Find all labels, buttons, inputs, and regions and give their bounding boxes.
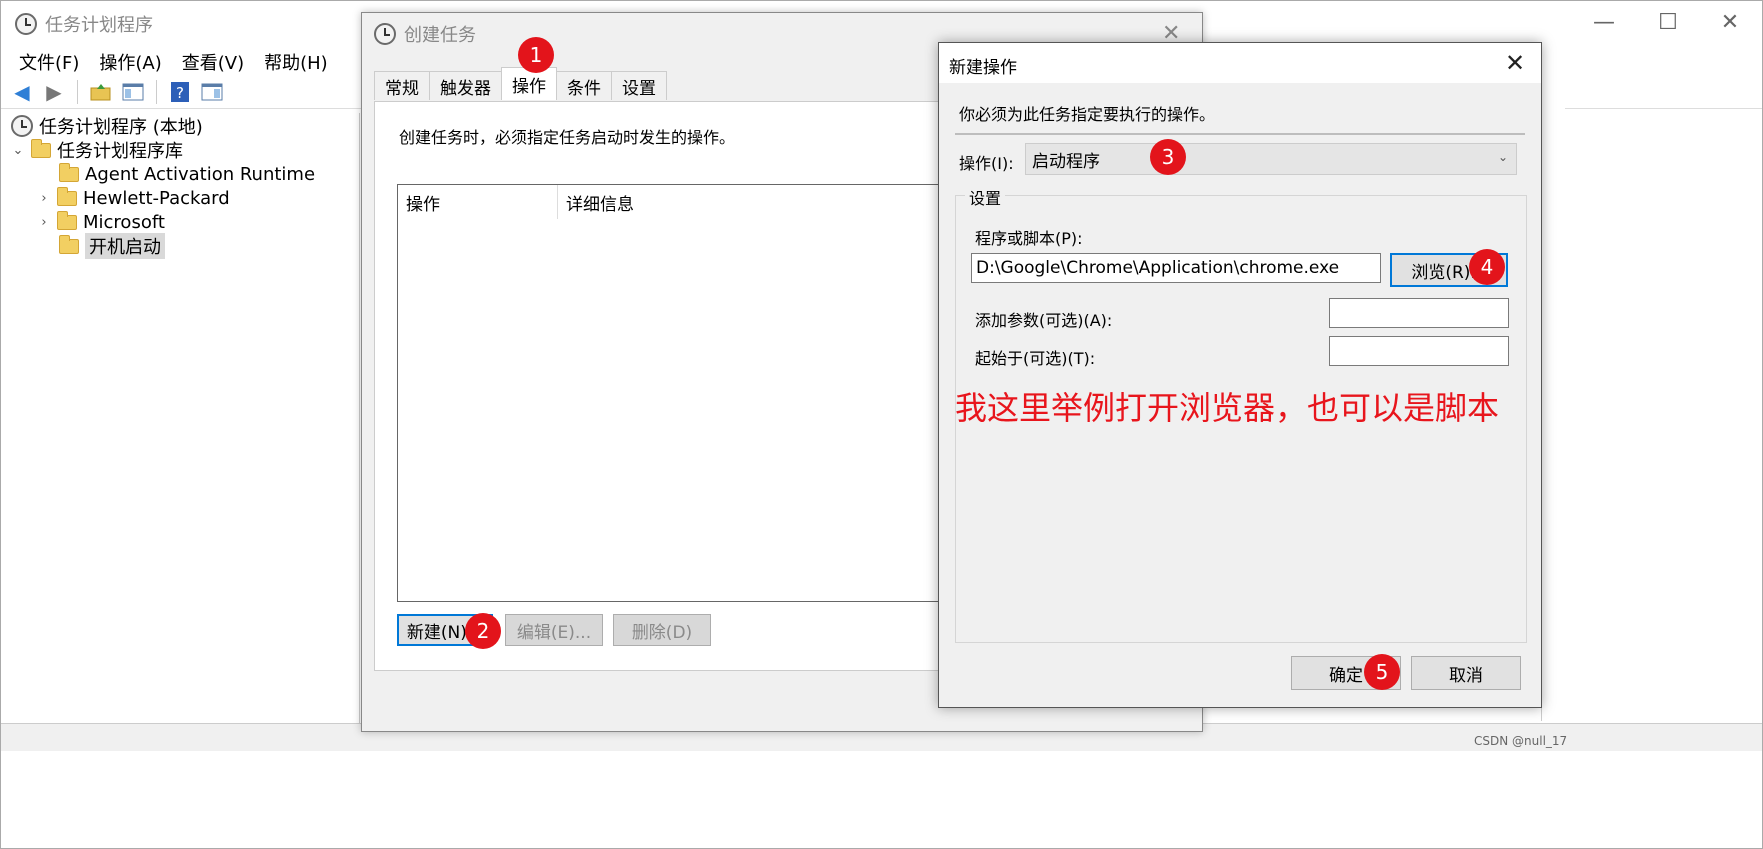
tree-item-hewlett-packard[interactable]: › Hewlett-Packard [37, 186, 230, 210]
new-action-dialog: 新建操作 ✕ 你必须为此任务指定要执行的操作。 操作(I): 启动程序 ⌄ 设置… [938, 42, 1542, 708]
chevron-down-icon: ⌄ [1497, 150, 1508, 164]
menu-file[interactable]: 文件(F) [9, 45, 89, 75]
column-header-details[interactable]: 详细信息 [558, 185, 998, 219]
actions-description: 创建任务时，必须指定任务启动时发生的操作。 [399, 128, 736, 147]
watermark: CSDN @null_17 [1474, 734, 1568, 748]
create-task-titlebar: 创建任务 [374, 21, 476, 47]
step-marker-5: 5 [1364, 654, 1400, 690]
tree-item-startup[interactable]: 开机启动 [59, 233, 165, 259]
folder-icon [59, 162, 79, 182]
new-action-titlebar [939, 43, 1541, 83]
start-in-input[interactable] [1329, 336, 1509, 366]
svg-text:?: ? [176, 84, 184, 102]
folder-up-icon[interactable] [88, 79, 114, 105]
library-folder-icon [31, 138, 51, 158]
toolbar-separator [156, 79, 157, 104]
tab-strip: 常规 触发器 操作 条件 设置 [374, 67, 667, 101]
step-marker-2: 2 [465, 613, 501, 649]
minimize-button[interactable]: — [1581, 7, 1627, 37]
start-in-label: 起始于(可选)(T): [975, 349, 1096, 368]
clock-icon [11, 115, 33, 137]
clock-icon [374, 23, 396, 45]
program-input[interactable]: D:\Google\Chrome\Application\chrome.exe [971, 253, 1381, 283]
close-button[interactable]: ✕ [1707, 7, 1753, 37]
help-icon[interactable]: ? [167, 79, 193, 105]
column-header-action[interactable]: 操作 [398, 185, 558, 219]
toolbar-separator [77, 79, 78, 104]
back-arrow-icon[interactable]: ◀ [9, 79, 35, 105]
tree-library[interactable]: ⌄ 任务计划程序库 [11, 138, 183, 162]
tab-settings[interactable]: 设置 [611, 71, 667, 100]
main-titlebar: 任务计划程序 [15, 9, 153, 39]
tree-root-label: 任务计划程序 (本地) [39, 117, 203, 138]
forward-arrow-icon[interactable]: ▶ [41, 79, 67, 105]
action-type-select[interactable]: 启动程序 ⌄ [1025, 143, 1517, 175]
tree-item-label: 开机启动 [85, 233, 165, 259]
new-action-title: 新建操作 [949, 58, 1017, 78]
tab-triggers[interactable]: 触发器 [429, 71, 502, 100]
divider [955, 133, 1525, 135]
menu-help[interactable]: 帮助(H) [254, 45, 338, 75]
cancel-button[interactable]: 取消 [1411, 656, 1521, 690]
new-action-description: 你必须为此任务指定要执行的操作。 [959, 105, 1216, 124]
show-action-pane-icon[interactable] [199, 79, 225, 105]
tree-library-label: 任务计划程序库 [57, 141, 183, 162]
arguments-label: 添加参数(可选)(A): [975, 311, 1113, 330]
close-icon[interactable]: ✕ [1505, 49, 1525, 77]
collapsed-chevron-icon[interactable]: › [37, 215, 51, 230]
settings-legend: 设置 [965, 185, 1006, 209]
clock-icon [15, 13, 37, 35]
actions-table[interactable]: 操作 详细信息 [397, 184, 997, 602]
collapsed-chevron-icon[interactable]: › [37, 191, 51, 206]
folder-icon [59, 234, 79, 254]
main-title: 任务计划程序 [45, 15, 153, 36]
menu-view[interactable]: 查看(V) [172, 45, 254, 75]
edit-action-button[interactable]: 编辑(E)... [505, 614, 603, 646]
arguments-input[interactable] [1329, 298, 1509, 328]
actions-pane-edge [1541, 91, 1565, 721]
tree-item-label: Agent Activation Runtime [85, 163, 316, 185]
step-marker-4: 4 [1469, 249, 1505, 285]
action-type-value: 启动程序 [1032, 151, 1100, 172]
tab-conditions[interactable]: 条件 [556, 71, 612, 100]
show-hide-tree-icon[interactable] [120, 79, 146, 105]
create-task-title: 创建任务 [404, 25, 476, 46]
maximize-button[interactable]: ☐ [1645, 7, 1691, 37]
folder-icon [57, 210, 77, 230]
navigation-tree: 任务计划程序 (本地) ⌄ 任务计划程序库 Agent Activation R… [7, 113, 360, 723]
tree-item-microsoft[interactable]: › Microsoft [37, 210, 165, 234]
tab-general[interactable]: 常规 [374, 71, 430, 100]
tree-item-agent-activation[interactable]: Agent Activation Runtime [59, 162, 315, 186]
annotation-text: 我这里举例打开浏览器，也可以是脚本 [955, 389, 1500, 427]
tree-item-label: Hewlett-Packard [83, 187, 230, 209]
step-marker-1: 1 [518, 37, 554, 73]
tree-item-label: Microsoft [83, 211, 165, 233]
expanded-chevron-icon[interactable]: ⌄ [11, 143, 25, 158]
tree-root[interactable]: 任务计划程序 (本地) [11, 114, 203, 138]
delete-action-button[interactable]: 删除(D) [613, 614, 711, 646]
step-marker-3: 3 [1150, 139, 1186, 175]
action-type-label: 操作(I): [959, 154, 1014, 173]
folder-icon [57, 186, 77, 206]
program-label: 程序或脚本(P): [975, 229, 1083, 248]
menu-action[interactable]: 操作(A) [89, 45, 171, 75]
